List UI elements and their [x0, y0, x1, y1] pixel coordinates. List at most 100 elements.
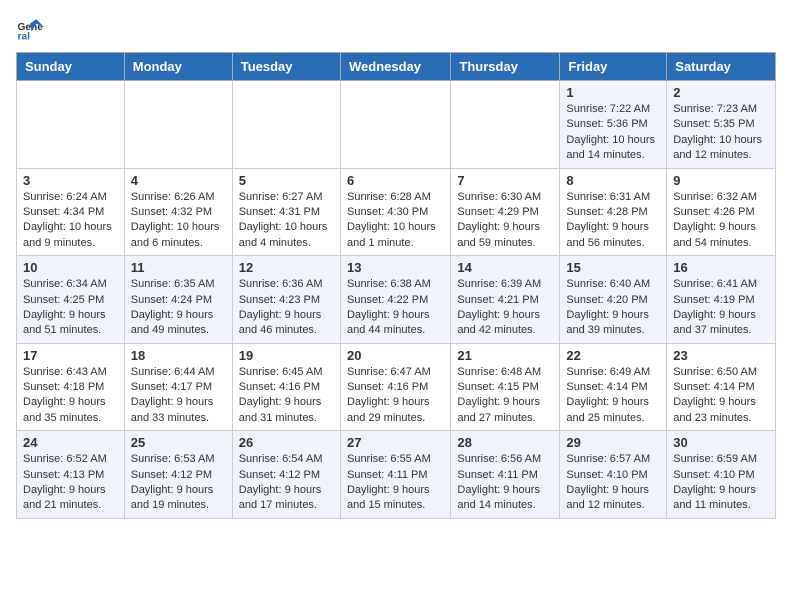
day-info: Sunrise: 6:30 AM Sunset: 4:29 PM Dayligh… — [457, 190, 553, 252]
calendar-cell: 10 Sunrise: 6:34 AM Sunset: 4:25 PM Dayli… — [17, 256, 125, 344]
calendar-cell — [17, 81, 125, 169]
calendar-cell: 6 Sunrise: 6:28 AM Sunset: 4:30 PM Daylig… — [340, 168, 450, 256]
day-number: 13 — [347, 260, 444, 275]
day-number: 1 — [566, 85, 660, 100]
day-number: 15 — [566, 260, 660, 275]
day-info: Sunrise: 6:55 AM Sunset: 4:11 PM Dayligh… — [347, 452, 444, 514]
calendar-week-3: 10 Sunrise: 6:34 AM Sunset: 4:25 PM Dayli… — [17, 256, 776, 344]
day-number: 4 — [131, 173, 226, 188]
calendar-week-4: 17Sunrise: 6:43 AM Sunset: 4:18 PM Dayli… — [17, 343, 776, 431]
calendar-cell: 15 Sunrise: 6:40 AM Sunset: 4:20 PM Dayli… — [560, 256, 667, 344]
day-info: Sunrise: 6:53 AM Sunset: 4:12 PM Dayligh… — [131, 452, 226, 514]
calendar-cell: 13 Sunrise: 6:38 AM Sunset: 4:22 PM Dayli… — [340, 256, 450, 344]
day-number: 24 — [23, 435, 118, 450]
calendar-cell: 1Sunrise: 7:22 AM Sunset: 5:36 PM Daylig… — [560, 81, 667, 169]
day-info: Sunrise: 6:54 AM Sunset: 4:12 PM Dayligh… — [239, 452, 334, 514]
day-number: 3 — [23, 173, 118, 188]
day-info: Sunrise: 6:40 AM Sunset: 4:20 PM Dayligh… — [566, 277, 660, 339]
calendar-cell: 4 Sunrise: 6:26 AM Sunset: 4:32 PM Daylig… — [124, 168, 232, 256]
calendar-cell — [124, 81, 232, 169]
calendar-week-1: 1Sunrise: 7:22 AM Sunset: 5:36 PM Daylig… — [17, 81, 776, 169]
day-info: Sunrise: 6:36 AM Sunset: 4:23 PM Dayligh… — [239, 277, 334, 339]
day-info: Sunrise: 6:44 AM Sunset: 4:17 PM Dayligh… — [131, 365, 226, 427]
day-number: 5 — [239, 173, 334, 188]
day-info: Sunrise: 6:28 AM Sunset: 4:30 PM Dayligh… — [347, 190, 444, 252]
calendar-cell — [451, 81, 560, 169]
day-info: Sunrise: 6:39 AM Sunset: 4:21 PM Dayligh… — [457, 277, 553, 339]
day-info: Sunrise: 6:56 AM Sunset: 4:11 PM Dayligh… — [457, 452, 553, 514]
day-info: Sunrise: 6:49 AM Sunset: 4:14 PM Dayligh… — [566, 365, 660, 427]
calendar-cell: 30 Sunrise: 6:59 AM Sunset: 4:10 PM Dayli… — [667, 431, 776, 519]
day-info: Sunrise: 6:35 AM Sunset: 4:24 PM Dayligh… — [131, 277, 226, 339]
day-info: Sunrise: 6:26 AM Sunset: 4:32 PM Dayligh… — [131, 190, 226, 252]
day-number: 26 — [239, 435, 334, 450]
calendar-body: 1Sunrise: 7:22 AM Sunset: 5:36 PM Daylig… — [17, 81, 776, 519]
logo: Gene ral — [16, 16, 48, 44]
day-number: 14 — [457, 260, 553, 275]
day-info: Sunrise: 6:31 AM Sunset: 4:28 PM Dayligh… — [566, 190, 660, 252]
calendar-cell: 9 Sunrise: 6:32 AM Sunset: 4:26 PM Daylig… — [667, 168, 776, 256]
calendar-cell: 17Sunrise: 6:43 AM Sunset: 4:18 PM Dayli… — [17, 343, 125, 431]
day-info: Sunrise: 6:47 AM Sunset: 4:16 PM Dayligh… — [347, 365, 444, 427]
calendar-cell: 18 Sunrise: 6:44 AM Sunset: 4:17 PM Dayli… — [124, 343, 232, 431]
calendar-cell: 26 Sunrise: 6:54 AM Sunset: 4:12 PM Dayli… — [232, 431, 340, 519]
logo-icon: Gene ral — [16, 16, 44, 44]
day-number: 18 — [131, 348, 226, 363]
day-info: Sunrise: 6:43 AM Sunset: 4:18 PM Dayligh… — [23, 365, 118, 427]
day-header-thursday: Thursday — [451, 53, 560, 81]
calendar-cell: 24Sunrise: 6:52 AM Sunset: 4:13 PM Dayli… — [17, 431, 125, 519]
calendar-cell: 22 Sunrise: 6:49 AM Sunset: 4:14 PM Dayli… — [560, 343, 667, 431]
calendar-cell: 2 Sunrise: 7:23 AM Sunset: 5:35 PM Daylig… — [667, 81, 776, 169]
calendar-cell: 14 Sunrise: 6:39 AM Sunset: 4:21 PM Dayli… — [451, 256, 560, 344]
day-header-monday: Monday — [124, 53, 232, 81]
day-number: 29 — [566, 435, 660, 450]
day-info: Sunrise: 6:34 AM Sunset: 4:25 PM Dayligh… — [23, 277, 118, 339]
day-info: Sunrise: 6:41 AM Sunset: 4:19 PM Dayligh… — [673, 277, 769, 339]
day-number: 16 — [673, 260, 769, 275]
day-header-sunday: Sunday — [17, 53, 125, 81]
calendar-week-5: 24Sunrise: 6:52 AM Sunset: 4:13 PM Dayli… — [17, 431, 776, 519]
day-header-friday: Friday — [560, 53, 667, 81]
calendar-cell: 23Sunrise: 6:50 AM Sunset: 4:14 PM Dayli… — [667, 343, 776, 431]
calendar-cell — [232, 81, 340, 169]
calendar-header-row: SundayMondayTuesdayWednesdayThursdayFrid… — [17, 53, 776, 81]
day-number: 7 — [457, 173, 553, 188]
calendar-cell: 16 Sunrise: 6:41 AM Sunset: 4:19 PM Dayli… — [667, 256, 776, 344]
day-number: 2 — [673, 85, 769, 100]
day-info: Sunrise: 6:59 AM Sunset: 4:10 PM Dayligh… — [673, 452, 769, 514]
day-info: Sunrise: 7:23 AM Sunset: 5:35 PM Dayligh… — [673, 102, 769, 164]
day-number: 22 — [566, 348, 660, 363]
calendar-cell: 28 Sunrise: 6:56 AM Sunset: 4:11 PM Dayli… — [451, 431, 560, 519]
day-number: 10 — [23, 260, 118, 275]
day-info: Sunrise: 6:24 AM Sunset: 4:34 PM Dayligh… — [23, 190, 118, 252]
calendar-cell: 19 Sunrise: 6:45 AM Sunset: 4:16 PM Dayli… — [232, 343, 340, 431]
day-info: Sunrise: 6:50 AM Sunset: 4:14 PM Dayligh… — [673, 365, 769, 427]
day-info: Sunrise: 6:45 AM Sunset: 4:16 PM Dayligh… — [239, 365, 334, 427]
day-info: Sunrise: 6:38 AM Sunset: 4:22 PM Dayligh… — [347, 277, 444, 339]
calendar-cell: 5Sunrise: 6:27 AM Sunset: 4:31 PM Daylig… — [232, 168, 340, 256]
day-info: Sunrise: 6:32 AM Sunset: 4:26 PM Dayligh… — [673, 190, 769, 252]
day-number: 21 — [457, 348, 553, 363]
day-header-saturday: Saturday — [667, 53, 776, 81]
calendar-cell: 8 Sunrise: 6:31 AM Sunset: 4:28 PM Daylig… — [560, 168, 667, 256]
calendar-cell: 21Sunrise: 6:48 AM Sunset: 4:15 PM Dayli… — [451, 343, 560, 431]
calendar-cell — [340, 81, 450, 169]
day-number: 30 — [673, 435, 769, 450]
day-number: 8 — [566, 173, 660, 188]
calendar-cell: 12 Sunrise: 6:36 AM Sunset: 4:23 PM Dayli… — [232, 256, 340, 344]
calendar-cell: 27 Sunrise: 6:55 AM Sunset: 4:11 PM Dayli… — [340, 431, 450, 519]
day-number: 19 — [239, 348, 334, 363]
day-number: 6 — [347, 173, 444, 188]
day-number: 28 — [457, 435, 553, 450]
day-number: 11 — [131, 260, 226, 275]
day-info: Sunrise: 6:57 AM Sunset: 4:10 PM Dayligh… — [566, 452, 660, 514]
calendar-table: SundayMondayTuesdayWednesdayThursdayFrid… — [16, 52, 776, 519]
day-number: 25 — [131, 435, 226, 450]
day-header-wednesday: Wednesday — [340, 53, 450, 81]
day-number: 27 — [347, 435, 444, 450]
svg-text:ral: ral — [18, 31, 31, 42]
page-header: Gene ral — [16, 16, 776, 44]
day-number: 12 — [239, 260, 334, 275]
day-number: 9 — [673, 173, 769, 188]
calendar-cell: 3 Sunrise: 6:24 AM Sunset: 4:34 PM Daylig… — [17, 168, 125, 256]
